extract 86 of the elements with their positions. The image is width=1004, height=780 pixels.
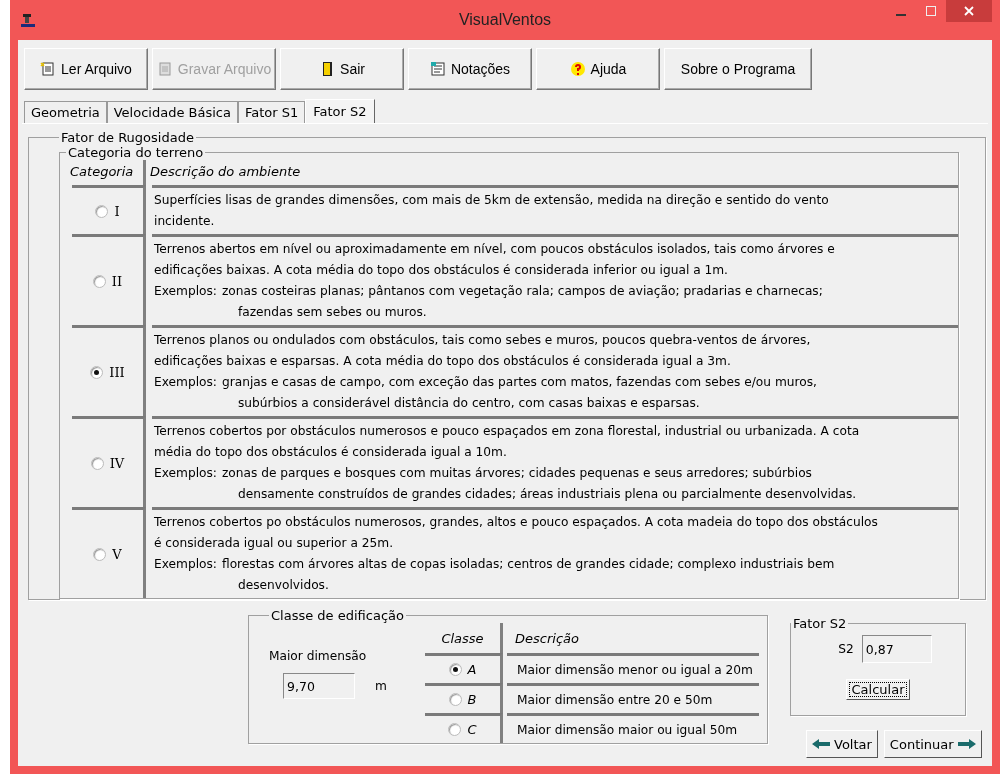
document-icon	[156, 61, 173, 77]
radio-button[interactable]	[92, 274, 106, 288]
description-line: Terrenos abertos em nível ou aproximadamente em nível, com poucos obstáculos isolados, tais como árvores e	[154, 241, 836, 258]
class-description: Maior dimensão menor ou igual a 20m	[517, 662, 753, 677]
radio-button[interactable]	[90, 456, 104, 470]
continue-button[interactable]: Continuar	[883, 730, 982, 758]
field-label: Maior dimensão	[269, 649, 367, 663]
close-icon	[964, 6, 974, 16]
window-title: VisualVentos	[457, 11, 553, 29]
radio-label: II	[111, 273, 123, 289]
examples-label: Exemplos:	[154, 283, 217, 300]
examples-line: zonas costeiras planas; pântanos com vegetação rala; campos de aviação; pradarias e charnecas;	[221, 283, 823, 300]
arrow-left-icon	[812, 739, 830, 749]
group-title: Classe de edificação	[270, 608, 405, 623]
column-header: Categoria	[70, 164, 134, 179]
radio-button[interactable]	[448, 693, 462, 706]
calculate-button[interactable]: Calcular	[845, 679, 911, 700]
examples-label: Exemplos:	[154, 465, 217, 482]
examples-line: densamente construídos de grandes cidades; áreas industriais plena ou parcialmente desenvolvidas.	[236, 486, 857, 503]
radio-label: V	[112, 546, 122, 562]
radio-button[interactable]	[93, 547, 107, 561]
examples-line: fazendas sem sebes ou muros.	[236, 304, 428, 321]
description-line: edificações baixas e esparsas. A cota média do topo dos obstáculos é considerada igual a 3m.	[154, 353, 732, 370]
radio-label: I	[114, 203, 120, 219]
examples-label: Exemplos:	[154, 556, 217, 573]
class-radio[interactable]: B	[448, 692, 477, 707]
app-icon	[20, 12, 36, 28]
radio-label: B	[467, 692, 477, 707]
unit-label: m	[375, 679, 387, 693]
column-header: Classe	[441, 630, 484, 646]
description-line: Superfícies lisas de grandes dimensões, com mais de 5km de extensão, medida na direção e sentido do vento	[154, 192, 830, 209]
column-header: Descrição	[515, 630, 579, 646]
toolbar-button[interactable]: Notações	[408, 48, 532, 90]
toolbar-button[interactable]: Ler Arquivo	[24, 48, 148, 90]
tab[interactable]: Geometria	[24, 101, 107, 123]
description-line: é considerada igual ou superior a 25m.	[154, 535, 395, 552]
group-title: Fator de Rugosidade	[60, 130, 195, 145]
s2-field[interactable]: 0,87	[861, 635, 932, 663]
examples-line: desenvolvidos.	[236, 577, 330, 594]
close-button[interactable]	[946, 0, 992, 22]
class-description: Maior dimensão entre 20 e 50m	[517, 692, 713, 707]
category-radio[interactable]: I	[95, 203, 120, 219]
radio-label: A	[467, 662, 477, 677]
group-title: Fator S2	[792, 616, 848, 631]
examples-line: florestas com árvores altas de copas isoladas; centros de grandes cidade; complexo industriais bem	[221, 556, 835, 573]
maximize-icon	[926, 6, 936, 16]
arrow-right-icon	[957, 739, 976, 749]
category-radio[interactable]: III	[90, 364, 125, 380]
tab[interactable]: Velocidade Básica	[106, 101, 238, 123]
description-line: edificações baixas. A cota média do topo dos obstáculos é considerada inferior ou igual a 1m.	[154, 262, 729, 279]
radio-button[interactable]	[448, 663, 462, 676]
description-line: Terrenos cobertos po obstáculos numerosos, grandes, altos e pouco espaçados. A cota madeia do topo dos obstáculos	[154, 514, 879, 531]
help-button[interactable]: Ajuda	[536, 48, 660, 90]
description-line: média do topo dos obstáculos é considerada igual a 10m.	[154, 444, 508, 461]
radio-label: C	[467, 722, 477, 737]
tab[interactable]: Fator S1	[237, 101, 306, 123]
radio-label: III	[109, 364, 125, 380]
dimension-field[interactable]: 9,70	[283, 673, 355, 699]
toolbar-button[interactable]: Sobre o Programa	[664, 48, 812, 90]
examples-line: subúrbios a considerável distância do centro, com casas baixas e esparsas.	[236, 395, 701, 412]
description-line: Terrenos planos ou ondulados com obstáculos, tais como sebes e muros, poucos quebra-ventos de árvores,	[154, 332, 812, 349]
radio-label: IV	[109, 455, 125, 471]
column-header: Descrição do ambiente	[150, 164, 301, 179]
class-description: Maior dimensão maior ou igual 50m	[517, 722, 738, 737]
group-title: Categoria do terreno	[67, 145, 205, 160]
examples-label: Exemplos:	[154, 374, 217, 391]
radio-button[interactable]	[95, 204, 109, 218]
class-radio[interactable]: C	[448, 722, 477, 737]
description-line: Terrenos cobertos por obstáculos numerosos e pouco espaçados em zona florestal, industrial ou urbanizada. A cota	[154, 423, 861, 440]
tab[interactable]: Fator S2	[305, 99, 375, 123]
back-button[interactable]: Voltar	[806, 730, 878, 758]
examples-line: granjas e casas de campo, com exceção das partes com matos, fazendas com sebes e/ou muros,	[221, 374, 817, 391]
category-radio[interactable]: II	[92, 273, 123, 289]
radio-button[interactable]	[90, 365, 104, 379]
document-icon	[40, 61, 57, 77]
category-radio[interactable]: IV	[90, 455, 125, 471]
examples-line: zonas de parques e bosques com muitas árvores; cidades pequenas e seus arredores; subúrbios	[221, 465, 813, 482]
field-label: S2	[838, 642, 854, 656]
class-radio[interactable]: A	[448, 662, 477, 677]
minimize-icon	[896, 14, 906, 16]
description-line: incidente.	[154, 213, 216, 230]
exit-button[interactable]: Sair	[280, 48, 404, 90]
notepad-icon	[429, 61, 446, 77]
category-radio[interactable]: V	[93, 546, 122, 562]
radio-button[interactable]	[448, 723, 462, 736]
help-icon	[569, 61, 586, 77]
